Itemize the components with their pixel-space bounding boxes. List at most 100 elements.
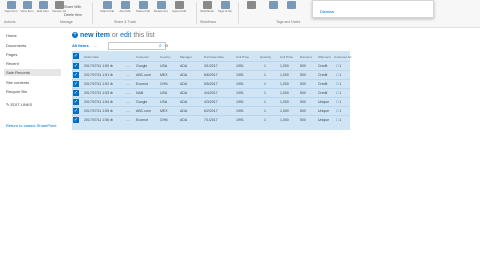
row-checkbox[interactable]: ✓ (73, 108, 79, 114)
row-checkbox[interactable]: ✓ (73, 63, 79, 69)
nav-item-pages[interactable]: Pages (6, 52, 17, 57)
plus-icon[interactable]: + (72, 32, 78, 39)
view-item-button[interactable]: View Item (20, 1, 34, 15)
cell-customer-ad: □ 1 (336, 109, 342, 113)
cell-unit-price: 1991 (236, 73, 244, 77)
alert-me-button[interactable]: Alert Me (118, 1, 132, 15)
cell-customer-ad: □ 1 (336, 91, 342, 95)
workflows-button[interactable]: Workflows (200, 1, 214, 15)
cell-unit-price: 1991 (236, 64, 244, 68)
or-label: or (111, 32, 119, 39)
row-checkbox[interactable]: ✓ (73, 81, 79, 87)
cell-unit-price-2: 1,000 (280, 82, 289, 86)
delete-item-button[interactable]: Delete Item (64, 13, 82, 17)
cell-unit-price-2: 1,000 (280, 91, 289, 95)
cell-order-date[interactable]: 2017/07/11 1:56 ⊕ (84, 118, 113, 122)
select-all-checkbox[interactable]: ✓ (73, 53, 79, 59)
col-country[interactable]: Country (160, 55, 171, 59)
row-checkbox[interactable]: ✓ (73, 90, 79, 96)
cell-order-date[interactable]: 2017/07/11 1:51 ⊕ (84, 73, 113, 77)
cell-discount: 500 (300, 100, 306, 104)
dismiss-link[interactable]: Dismiss (320, 9, 334, 14)
cell-order-date[interactable]: 2017/07/11 1:50 ⊕ (84, 64, 113, 68)
cell-order-date[interactable]: 2017/07/11 1:54 ⊕ (84, 100, 113, 104)
col-customer-ad[interactable]: Customer Ad (334, 55, 351, 59)
row-menu-button[interactable]: ⋯ (126, 82, 130, 87)
edit-links-label: EDIT LINKS (10, 102, 33, 107)
view-more-button[interactable]: ... (94, 43, 97, 48)
col-order-date[interactable]: Order Date (84, 55, 99, 59)
edit-list-link[interactable]: edit (120, 32, 131, 39)
cell-shipment: Credit (318, 73, 328, 77)
edit-item-icon (38, 1, 48, 9)
group-label: Share & Track (114, 20, 137, 24)
new-item-line: + new item or edit this list (72, 32, 155, 39)
share-with-button[interactable]: Share With (64, 5, 81, 9)
tags-notes-button[interactable]: Tags & Notes (218, 1, 232, 15)
col-unit-price[interactable]: Unit Price (236, 55, 249, 59)
col-shipment[interactable]: Shipment (318, 55, 331, 59)
row-menu-button[interactable]: ⋯ (126, 64, 130, 69)
cell-country: CHN (160, 118, 168, 122)
ribbon-button-extra1[interactable] (244, 1, 258, 15)
cell-unit-price-2: 1,000 (280, 73, 289, 77)
ribbon-button-extra3[interactable] (284, 1, 298, 15)
group-label: Tags and Notes (276, 20, 301, 24)
edit-links[interactable]: ✎ EDIT LINKS (6, 102, 32, 107)
search-icon[interactable]: ⌕ (159, 43, 164, 49)
row-checkbox[interactable]: ✓ (73, 99, 79, 105)
delete-icon (156, 1, 166, 9)
col-quantity[interactable]: Quantity (260, 55, 271, 59)
nav-item-recycle-bin[interactable]: Recycle Bin (6, 89, 27, 94)
cell-country: USA (160, 100, 168, 104)
cell-manager: ADA (180, 109, 188, 113)
edit-item-button[interactable]: Edit Item (36, 1, 50, 15)
cell-shipment: Credit (318, 64, 328, 68)
search-box: ⌕ (108, 42, 166, 58)
nav-item-documents[interactable]: Documents (6, 43, 26, 48)
cell-customer: ABC.com (136, 73, 151, 77)
approve-reject-button[interactable]: Approve/Reject (172, 1, 186, 15)
nav-item-recent[interactable]: Recent (6, 61, 19, 66)
nav-item-site-contents[interactable]: Site contents (6, 80, 29, 85)
col-discount[interactable]: Discount (300, 55, 312, 59)
shared-with-button[interactable]: Shared With (136, 1, 150, 15)
row-menu-button[interactable]: ⋯ (126, 73, 130, 78)
row-menu-button[interactable]: ⋯ (126, 109, 130, 114)
cell-unit-price: 1991 (236, 82, 244, 86)
col-customer[interactable]: Customer (136, 55, 149, 59)
attach-file-button[interactable]: Attach File (100, 1, 114, 15)
row-menu-button[interactable]: ⋯ (126, 100, 130, 105)
cell-shipment: Credit (318, 82, 328, 86)
row-checkbox[interactable]: ✓ (73, 72, 79, 78)
col-purchase-date[interactable]: Purchase Date (204, 55, 224, 59)
ribbon-button-extra2[interactable] (266, 1, 280, 15)
cell-order-date[interactable]: 2017/07/11 1:52 ⊕ (84, 82, 113, 86)
cell-order-date[interactable]: 2017/07/11 1:55 ⊕ (84, 109, 113, 113)
new-item-button[interactable]: New Item (4, 1, 18, 15)
new-item-link[interactable]: new item (80, 32, 110, 39)
cell-unit-price-2: 1,000 (280, 118, 289, 122)
cell-purchase-date: 6/6/2017 (204, 73, 218, 77)
return-classic-link[interactable]: Return to classic SharePoint (6, 123, 56, 128)
stop-editing-link[interactable]: ⊘ (165, 43, 168, 48)
row-checkbox[interactable]: ✓ (73, 117, 79, 123)
view-all-items[interactable]: All Items (72, 43, 89, 48)
cell-customer-ad: □ 1 (336, 100, 342, 104)
table-row[interactable]: ✓ 2017/07/11 1:56 ⊕ ⋯ Ecomot CHN ADA 7/1… (72, 115, 350, 125)
row-menu-button[interactable]: ⋯ (126, 118, 130, 123)
row-menu-button[interactable]: ⋯ (126, 91, 130, 96)
col-manager[interactable]: Manager (180, 55, 192, 59)
cell-unit-price: 1991 (236, 100, 244, 104)
nav-item-sale-records[interactable]: Sale Records (4, 69, 61, 76)
cell-manager: ADA (180, 73, 188, 77)
cell-shipment: Credit (318, 91, 328, 95)
delete-ribbon-button[interactable]: Delete Item (154, 1, 168, 15)
nav-item-home[interactable]: Home (6, 33, 17, 38)
cell-discount: 500 (300, 73, 306, 77)
shared-with-icon (138, 1, 148, 9)
cell-customer: NAB (136, 91, 144, 95)
cell-order-date[interactable]: 2017/07/11 1:53 ⊕ (84, 91, 113, 95)
cell-customer: Google (136, 64, 148, 68)
col-unit-price-2[interactable]: Unit Price (280, 55, 293, 59)
